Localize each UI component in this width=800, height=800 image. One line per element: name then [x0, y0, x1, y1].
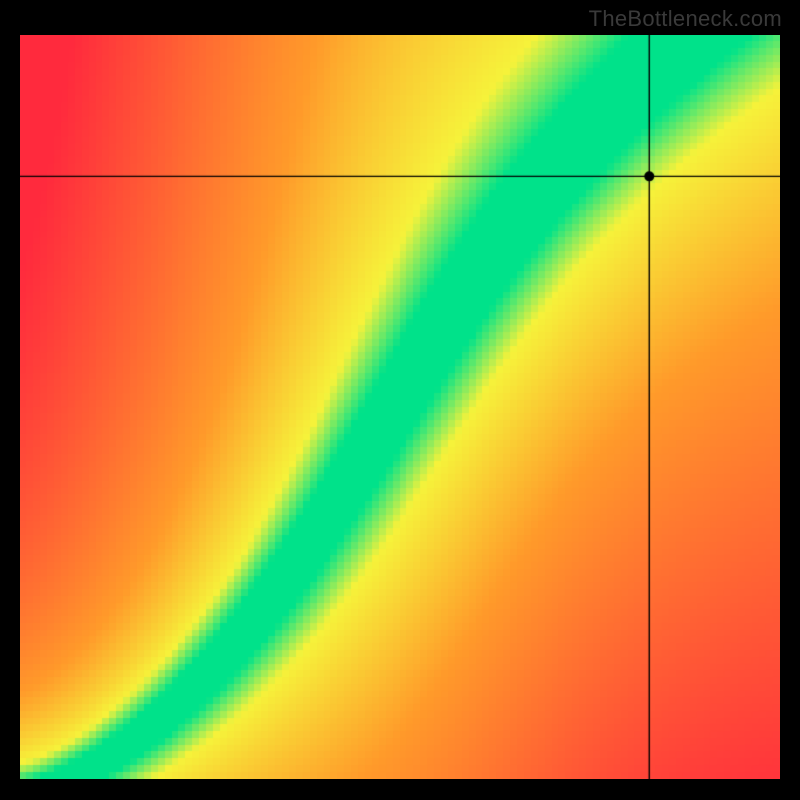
- watermark-label: TheBottleneck.com: [589, 6, 782, 32]
- bottleneck-heatmap: [20, 35, 780, 779]
